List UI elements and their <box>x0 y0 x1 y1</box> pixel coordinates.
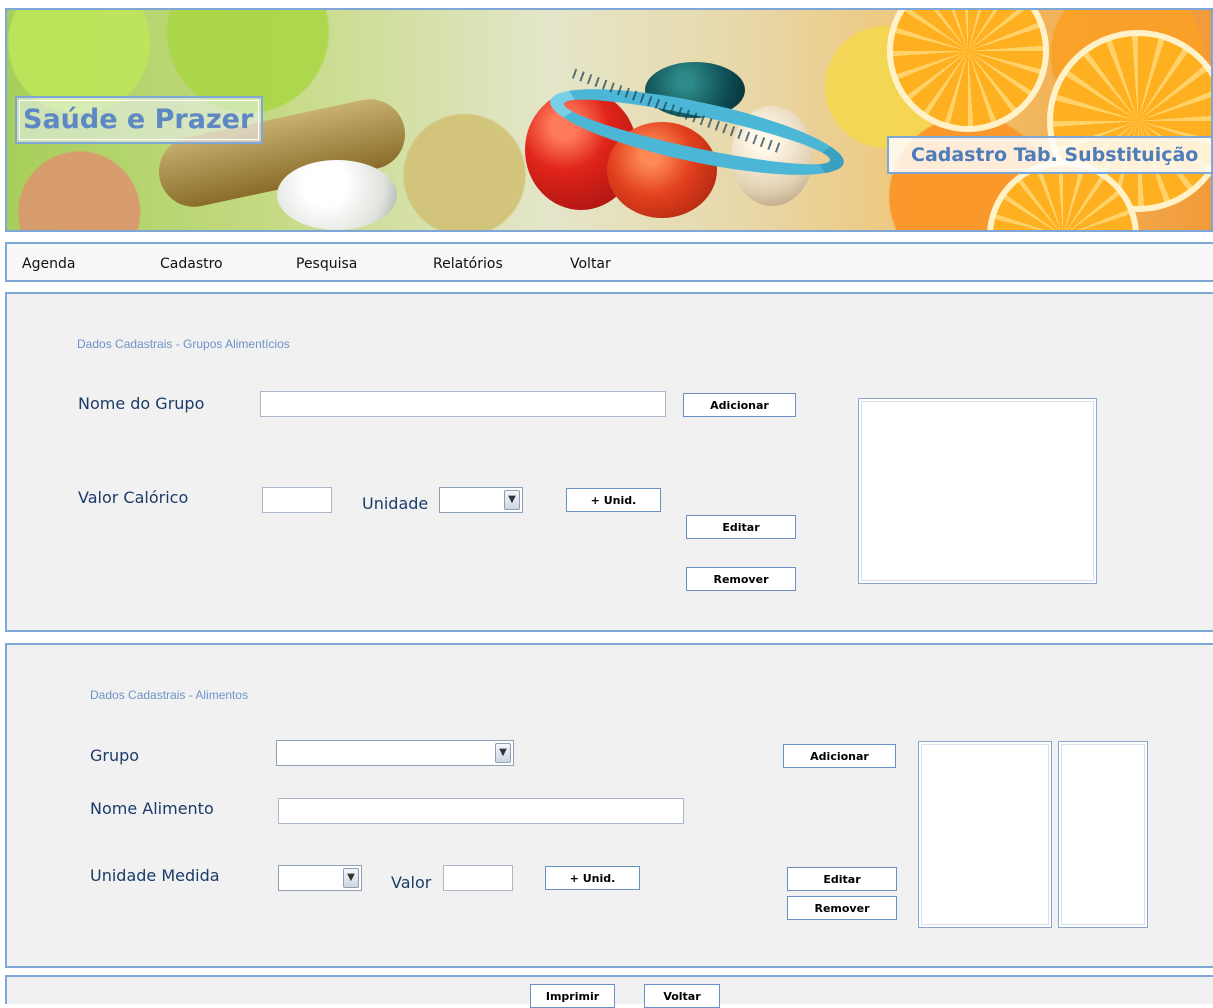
menu-item-voltar[interactable]: Voltar <box>570 256 611 272</box>
nome-grupo-label: Nome do Grupo <box>78 394 205 413</box>
alimentos-add-unit-button[interactable]: + Unid. <box>545 866 640 890</box>
alimentos-remover-button[interactable]: Remover <box>787 896 897 920</box>
menu-item-agenda[interactable]: Agenda <box>22 256 75 272</box>
header-banner: Saúde e Prazer Cadastro Tab. Substituiçã… <box>5 8 1213 232</box>
alimentos-valor-listbox[interactable] <box>1058 741 1148 928</box>
grupos-editar-button[interactable]: Editar <box>686 515 796 539</box>
alimentos-panel: Dados Cadastrais - Alimentos Grupo ▼ Nom… <box>5 643 1213 968</box>
grupos-panel: Dados Cadastrais - Grupos Alimentícios N… <box>5 292 1213 632</box>
grupos-listbox[interactable] <box>858 398 1097 584</box>
grupo-label: Grupo <box>90 746 140 765</box>
unidade-medida-select[interactable]: ▼ <box>278 865 362 891</box>
unidade-medida-label: Unidade Medida <box>90 866 220 885</box>
alimentos-editar-button[interactable]: Editar <box>787 867 897 891</box>
valor-label: Valor <box>391 873 432 892</box>
alimentos-section-title: Dados Cadastrais - Alimentos <box>90 688 249 702</box>
imprimir-button[interactable]: Imprimir <box>530 984 615 1008</box>
brand-title: Saúde e Prazer <box>15 96 263 144</box>
grupos-adicionar-button[interactable]: Adicionar <box>683 393 796 417</box>
unidade-label: Unidade <box>362 494 429 513</box>
grupos-section-title: Dados Cadastrais - Grupos Alimentícios <box>77 337 290 351</box>
chevron-down-icon: ▼ <box>343 868 359 888</box>
menu-item-cadastro[interactable]: Cadastro <box>160 256 223 272</box>
voltar-button[interactable]: Voltar <box>644 984 720 1008</box>
footer-panel: Imprimir Voltar <box>5 975 1213 1008</box>
valor-calorico-input[interactable] <box>262 487 332 513</box>
menu-item-relatorios[interactable]: Relatórios <box>433 256 503 272</box>
unidade-select[interactable]: ▼ <box>439 487 523 513</box>
alimentos-adicionar-button[interactable]: Adicionar <box>783 744 896 768</box>
grupo-select[interactable]: ▼ <box>276 740 514 766</box>
valor-input[interactable] <box>443 865 513 891</box>
nome-alimento-label: Nome Alimento <box>90 799 214 818</box>
valor-calorico-label: Valor Calórico <box>78 488 189 507</box>
grupos-remover-button[interactable]: Remover <box>686 567 796 591</box>
garlic-image <box>277 160 397 230</box>
nome-grupo-input[interactable] <box>260 391 666 417</box>
chevron-down-icon: ▼ <box>504 490 520 510</box>
grupos-add-unit-button[interactable]: + Unid. <box>566 488 661 512</box>
main-menu: Agenda Cadastro Pesquisa Relatórios Volt… <box>5 242 1213 282</box>
orange-slice-image <box>887 10 1049 132</box>
chevron-down-icon: ▼ <box>495 743 511 763</box>
nome-alimento-input[interactable] <box>278 798 684 824</box>
alimentos-listbox[interactable] <box>918 741 1052 928</box>
page-title: Cadastro Tab. Substituição <box>887 136 1211 174</box>
menu-item-pesquisa[interactable]: Pesquisa <box>296 256 357 272</box>
